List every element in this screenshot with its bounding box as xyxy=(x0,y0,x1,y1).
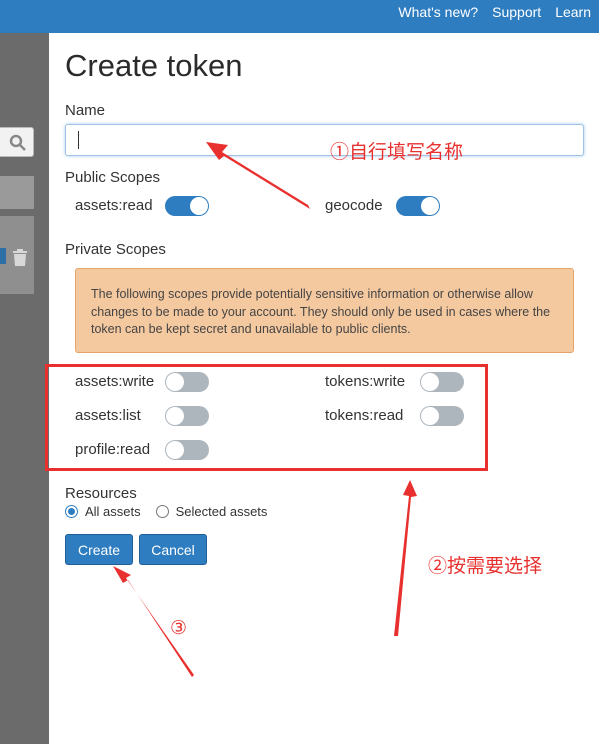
toggle-switch-geocode[interactable] xyxy=(396,196,440,216)
private-scopes-label: Private Scopes xyxy=(65,241,166,258)
annotation-step1: ①自行填写名称 xyxy=(330,142,464,163)
resources-label: Resources xyxy=(65,485,137,502)
warning-alert: The following scopes provide potentially… xyxy=(75,268,574,353)
radio-all-assets[interactable] xyxy=(65,505,78,518)
top-nav-links: What's new? Support Learn xyxy=(398,0,591,23)
resources-radio-group: All assets Selected assets xyxy=(65,504,267,519)
top-navigation-bar: What's new? Support Learn xyxy=(0,0,599,33)
annotation-step2: ②按需要选择 xyxy=(428,556,543,577)
scope-label: geocode xyxy=(325,197,383,214)
text-caret xyxy=(78,131,79,149)
annotation-step3: ③ xyxy=(170,618,188,639)
whats-new-link[interactable]: What's new? xyxy=(398,4,478,20)
radio-selected-assets[interactable] xyxy=(155,505,169,518)
scope-toggle-geocode[interactable]: geocode xyxy=(325,197,383,214)
annotation-highlight-box xyxy=(45,364,488,471)
cancel-button[interactable]: Cancel xyxy=(139,534,207,565)
create-button[interactable]: Create xyxy=(65,534,133,565)
background-search-box xyxy=(0,127,34,157)
radio-label-all-assets[interactable]: All assets xyxy=(85,504,141,519)
public-scopes-label: Public Scopes xyxy=(65,169,161,186)
toggle-switch-assets-read[interactable] xyxy=(165,196,209,216)
scope-label: assets:read xyxy=(75,197,153,214)
trash-icon xyxy=(13,249,27,266)
background-overlay xyxy=(0,33,49,744)
search-icon xyxy=(9,134,26,151)
toggle-knob xyxy=(190,197,208,215)
radio-label-selected-assets[interactable]: Selected assets xyxy=(176,504,268,519)
name-input[interactable] xyxy=(65,124,584,156)
background-table-row xyxy=(0,216,34,294)
toggle-knob xyxy=(421,197,439,215)
support-link[interactable]: Support xyxy=(492,4,541,20)
scope-toggle-assets-read[interactable]: assets:read xyxy=(75,197,153,214)
edit-icon xyxy=(0,248,6,264)
background-table-header xyxy=(0,176,34,209)
dialog-title: Create token xyxy=(65,48,243,83)
name-label: Name xyxy=(65,102,106,119)
learn-link[interactable]: Learn xyxy=(555,4,591,20)
